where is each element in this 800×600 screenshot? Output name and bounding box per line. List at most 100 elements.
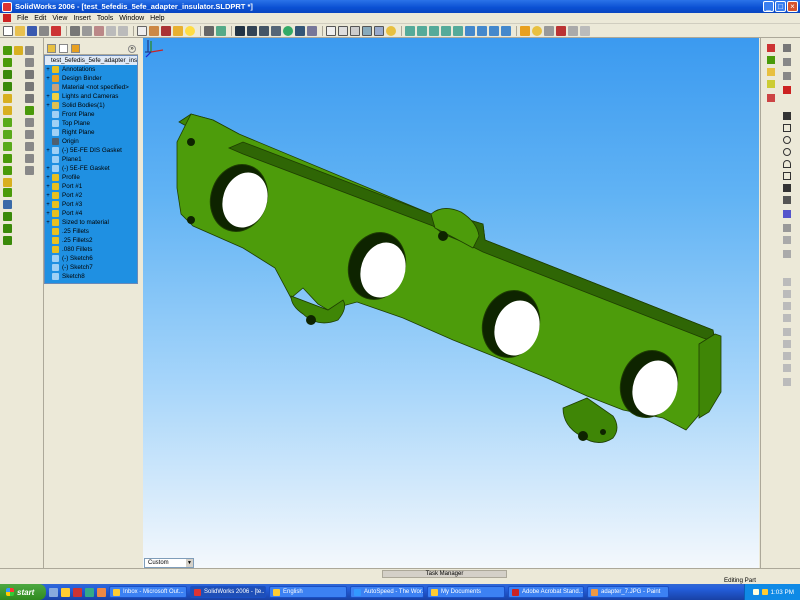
spline-tool-icon[interactable] <box>783 72 791 80</box>
feature-tree-item[interactable]: + Port #3 <box>45 200 137 209</box>
section-view-icon[interactable] <box>556 25 566 36</box>
dome-icon[interactable] <box>25 58 34 67</box>
wrap-icon[interactable] <box>25 166 34 175</box>
paste-icon[interactable] <box>94 25 104 36</box>
menu-edit[interactable]: Edit <box>31 15 49 22</box>
print-icon[interactable] <box>39 25 49 36</box>
bottom-view-icon[interactable] <box>477 25 487 36</box>
curves-icon[interactable] <box>3 224 12 233</box>
shaded-with-edges-icon[interactable] <box>362 25 372 36</box>
expand-icon[interactable]: + <box>45 94 51 100</box>
task-pane-close-icon[interactable] <box>783 44 791 52</box>
open-icon[interactable] <box>15 25 25 36</box>
instant-3d-icon[interactable] <box>3 236 12 245</box>
taskbar-button[interactable]: AutoSpeed - The Wor... <box>350 586 424 598</box>
feature-tree-item[interactable]: + (-) 5E-FE DIS Gasket <box>45 146 137 155</box>
menu-help[interactable]: Help <box>147 15 167 22</box>
top-view-icon[interactable] <box>465 25 475 36</box>
linear-pattern-icon[interactable] <box>3 188 12 197</box>
display-relations-icon[interactable] <box>783 340 791 348</box>
lofted-boss-icon[interactable] <box>3 82 12 91</box>
expand-icon[interactable]: + <box>45 220 51 226</box>
rotate-view-icon[interactable] <box>283 25 293 36</box>
menu-window[interactable]: Window <box>116 15 147 22</box>
sketch-icon[interactable] <box>204 25 214 36</box>
sketch-fillet-icon[interactable] <box>783 210 791 218</box>
expand-icon[interactable]: + <box>45 103 51 109</box>
feature-tree-item[interactable]: + Design Binder <box>45 74 137 83</box>
scale-icon[interactable] <box>25 46 34 55</box>
maximize-button[interactable]: □ <box>775 1 786 12</box>
quick-launch-desktop-icon[interactable] <box>49 587 58 597</box>
mirror-icon[interactable] <box>3 200 12 209</box>
feature-tree-item[interactable]: (-) Sketch6 <box>45 254 137 263</box>
sketch-tool-icon[interactable] <box>767 44 775 52</box>
expand-icon[interactable]: + <box>45 211 51 217</box>
taskbar-button[interactable]: Adobe Acrobat Stand... <box>508 586 584 598</box>
revolved-boss-icon[interactable] <box>3 58 12 67</box>
options-icon[interactable] <box>173 25 183 36</box>
chevron-down-icon[interactable]: ▼ <box>186 559 193 567</box>
help-icon[interactable] <box>185 25 195 36</box>
flex-icon[interactable] <box>25 106 34 115</box>
quick-launch-app-icon[interactable] <box>73 587 82 597</box>
configuration-select[interactable]: Custom ▼ <box>144 558 194 568</box>
reference-geometry-icon[interactable] <box>3 212 12 221</box>
feature-tree-item[interactable]: Right Plane <box>45 128 137 137</box>
expand-icon[interactable]: + <box>45 202 51 208</box>
taskbar-button[interactable]: SolidWorks 2006 - [te... <box>190 586 266 598</box>
tangent-arc-icon[interactable] <box>783 160 791 168</box>
rebuild-icon[interactable] <box>149 25 159 36</box>
front-view-icon[interactable] <box>417 25 427 36</box>
feature-tree-item[interactable]: + (-) 5E-FE Gasket <box>45 164 137 173</box>
network-icon[interactable] <box>752 589 759 595</box>
expand-icon[interactable]: + <box>45 193 51 199</box>
search-icon[interactable] <box>767 94 775 102</box>
line-tool-icon[interactable] <box>783 58 791 66</box>
save-icon[interactable] <box>27 25 37 36</box>
linear-sketch-pattern-icon[interactable] <box>783 290 791 298</box>
measure-icon[interactable] <box>568 25 578 36</box>
feature-tree-item[interactable]: + Lights and Cameras <box>45 92 137 101</box>
minimize-button[interactable]: _ <box>763 1 774 12</box>
taskbar-button[interactable]: English <box>269 586 347 598</box>
file-explorer-icon[interactable] <box>767 80 775 88</box>
pan-icon[interactable] <box>295 25 305 36</box>
split-line-icon[interactable] <box>14 46 23 55</box>
freeform-icon[interactable] <box>25 118 34 127</box>
isometric-view-icon[interactable] <box>405 25 415 36</box>
quick-launch-browser-icon[interactable] <box>97 587 106 597</box>
circle-icon[interactable] <box>783 136 791 144</box>
indent-icon[interactable] <box>25 94 34 103</box>
menu-tools[interactable]: Tools <box>94 15 116 22</box>
zoom-in-out-icon[interactable] <box>259 25 269 36</box>
feature-tree-item[interactable]: + Sized to material <box>45 218 137 227</box>
hidden-lines-visible-icon[interactable] <box>338 25 348 36</box>
task-pane-home-icon[interactable] <box>767 56 775 64</box>
zoom-selection-icon[interactable] <box>271 25 281 36</box>
graphics-viewport[interactable] <box>143 38 759 568</box>
rib-icon[interactable] <box>3 142 12 151</box>
quick-launch-media-icon[interactable] <box>85 587 94 597</box>
arc-icon[interactable] <box>783 148 791 156</box>
shaded-icon[interactable] <box>374 25 384 36</box>
redo-icon[interactable] <box>118 25 128 36</box>
wireframe-icon[interactable] <box>326 25 336 36</box>
expand-icon[interactable]: + <box>45 67 51 73</box>
shape-icon[interactable] <box>25 70 34 79</box>
feature-tree-item[interactable]: .25 Fillets2 <box>45 236 137 245</box>
sketch-picture-icon[interactable] <box>783 378 791 386</box>
property-manager-tab-icon[interactable] <box>59 44 68 53</box>
back-view-icon[interactable] <box>429 25 439 36</box>
feature-tree-item[interactable]: .080 Fillets <box>45 245 137 254</box>
expand-icon[interactable]: + <box>45 166 51 172</box>
centerline-icon[interactable] <box>783 196 791 204</box>
expand-icon[interactable]: + <box>45 76 51 82</box>
volume-icon[interactable] <box>761 589 768 595</box>
rectangle-icon[interactable] <box>783 124 791 132</box>
feature-tree-item[interactable]: Plane1 <box>45 155 137 164</box>
taskbar-button[interactable]: adapter_7.JPG - Paint <box>587 586 669 598</box>
photoworks-icon[interactable] <box>544 25 554 36</box>
feature-manager-tab-icon[interactable] <box>47 44 56 53</box>
feature-tree-item[interactable]: + Annotations <box>45 65 137 74</box>
